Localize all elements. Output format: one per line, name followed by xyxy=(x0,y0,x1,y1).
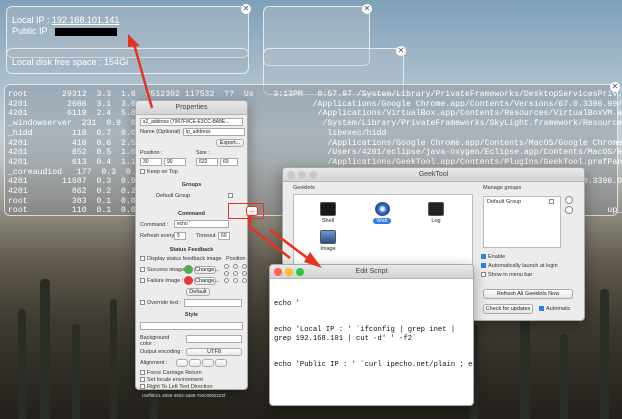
failure-image-label: Failure image : xyxy=(140,278,183,284)
auto-launch-checkbox[interactable]: Automatically launch at login xyxy=(481,263,558,269)
bg-color-well[interactable] xyxy=(186,335,242,343)
log-geeklet[interactable]: Log xyxy=(423,202,449,224)
close-icon[interactable]: ✕ xyxy=(241,4,251,14)
status-header: Status Feedback xyxy=(169,247,214,253)
edit-script-titlebar: Edit Script xyxy=(270,265,473,279)
export-button[interactable]: Export... xyxy=(216,139,244,147)
enable-checkbox[interactable]: Enable xyxy=(481,254,505,260)
override-text-checkbox[interactable]: Override text : xyxy=(140,300,182,306)
automatic-checkbox[interactable]: Automatic xyxy=(539,306,570,312)
script-line: echo 'Local IP : ' `ifconfig | grep inet… xyxy=(274,325,460,343)
close-window-button[interactable] xyxy=(274,268,282,276)
close-icon[interactable]: ✕ xyxy=(396,46,406,56)
change-success-button[interactable]: Change... xyxy=(194,266,219,274)
disk-widget[interactable]: Local disk free space : 154Gi xyxy=(6,48,249,74)
refresh-input[interactable]: 5 xyxy=(174,232,186,240)
command-input[interactable]: echo ' xyxy=(174,220,229,228)
default-group-checkbox[interactable] xyxy=(228,193,233,198)
default-button[interactable]: Default xyxy=(186,288,210,296)
style-header: Style xyxy=(184,312,199,318)
show-menu-bar-checkbox[interactable]: Show in menu bar xyxy=(481,272,532,278)
name-label: Name (Optional) : xyxy=(140,129,184,135)
disk-free-text: Local disk free space : 154Gi xyxy=(12,57,129,67)
pos-y-field[interactable]: 90 xyxy=(164,158,186,166)
set-locale-checkbox[interactable]: Set locale environment xyxy=(140,377,203,383)
override-text-input[interactable] xyxy=(184,299,242,307)
shell-geeklet[interactable]: Shell xyxy=(315,202,341,224)
name-input[interactable]: ip_address xyxy=(183,128,245,136)
position-label: Position : xyxy=(140,150,163,156)
highlight-box xyxy=(228,203,264,219)
size-h-field[interactable]: 69 xyxy=(220,158,238,166)
alignment-label: Alignment : xyxy=(140,360,168,366)
rtl-checkbox[interactable]: Right To Left Text Direction xyxy=(140,384,213,389)
failure-icon xyxy=(184,276,193,285)
bg-color-label: Background color : xyxy=(140,335,170,347)
change-failure-button[interactable]: Change... xyxy=(194,277,219,285)
process-row: 4201 2686 3.1 3.0 5954500 2 /Application… xyxy=(8,99,622,109)
web-icon xyxy=(374,202,390,216)
script-line: echo ' xyxy=(274,299,300,308)
timeout-label: Timeout xyxy=(196,233,216,239)
command-label: Command : xyxy=(140,222,169,228)
shell-icon xyxy=(320,202,336,216)
remove-group-button[interactable] xyxy=(565,206,573,214)
keep-on-top-checkbox[interactable]: Keep on Top xyxy=(140,169,178,175)
public-ip-line: Public IP : xyxy=(12,26,117,36)
script-editor[interactable]: echo ' echo 'Local IP : ' `ifconfig | gr… xyxy=(270,279,473,391)
geeklet-file-field: s2_address (7967F8CE-E3CC-BA8E... xyxy=(140,118,243,126)
refresh-label: Refresh every xyxy=(140,233,175,239)
log-icon xyxy=(428,202,444,216)
process-row: 4201 410 0.6 2.5 6165340 /Applications/G… xyxy=(8,138,622,148)
local-ip-line: Local IP : 192.168.101.141 xyxy=(12,15,120,25)
process-row: 4201 6119 2.4 5.8 6727932 /Applications/… xyxy=(8,109,622,119)
groups-list[interactable]: Default Group xyxy=(483,196,561,248)
success-image-label: Success image : xyxy=(140,267,187,273)
script-line: echo 'Public IP : ' `curl ipecho.net/pla… xyxy=(274,361,474,370)
image-geeklet[interactable]: Image xyxy=(315,230,341,252)
encoding-label: Output encoding : xyxy=(140,349,184,355)
edit-script-window[interactable]: Edit Script echo ' echo 'Local IP : ' `i… xyxy=(269,264,474,406)
process-row: 4201 852 0.5 1.0 8905708 /Users/4201/ecl… xyxy=(8,148,622,158)
manage-groups-label: Manage groups xyxy=(483,185,522,191)
encoding-select[interactable]: UTF8 xyxy=(186,348,242,356)
geeklet-id-footer: /4eff9b21-2056-4902-4a88-750c0002222f xyxy=(142,393,226,398)
refresh-all-button[interactable]: Refresh All Geeklets Now xyxy=(483,289,573,299)
timeout-input[interactable]: 60 xyxy=(218,232,230,240)
success-icon xyxy=(184,265,193,274)
default-group-label: Default Group xyxy=(156,193,191,199)
web-geeklet[interactable]: Web xyxy=(369,202,395,224)
process-row: _hidd 118 0.7 0.0 4379172 libexec/hidd xyxy=(8,128,387,138)
force-cr-checkbox[interactable]: Force Carriage Return xyxy=(140,370,202,376)
alignment-segmented-control[interactable] xyxy=(176,359,227,367)
position-radio-grid[interactable] xyxy=(224,264,247,283)
close-icon[interactable]: ✕ xyxy=(362,4,372,14)
geeklets-label: Geeklets xyxy=(293,185,315,191)
redacted-ip xyxy=(54,27,117,36)
geektool-titlebar: GeekTool xyxy=(283,168,584,182)
process-row: _windowserver 231 0.9 0.6 6153 /System/L… xyxy=(8,119,622,129)
position-label-2: Position xyxy=(226,256,246,262)
pos-x-field[interactable]: 30 xyxy=(140,158,162,166)
check-updates-button[interactable]: Check for updates xyxy=(483,304,533,314)
process-row: root 29312 3.3 1.6 4512392 117532 ?? Us … xyxy=(8,90,622,99)
group-list-item[interactable]: Default Group xyxy=(487,199,521,205)
image-icon xyxy=(320,230,336,244)
groups-header: Groups xyxy=(181,182,202,188)
size-label: Size : xyxy=(196,150,210,156)
display-status-checkbox[interactable]: Display status feedback image xyxy=(140,256,222,262)
group-enabled-checkbox[interactable] xyxy=(549,199,554,204)
minimize-window-button[interactable] xyxy=(285,268,293,276)
style-preview xyxy=(140,322,243,330)
properties-panel[interactable]: Properties s2_address (7967F8CE-E3CC-BA8… xyxy=(135,100,248,390)
size-w-field[interactable]: 632 xyxy=(196,158,218,166)
zoom-window-button[interactable] xyxy=(296,268,304,276)
add-group-button[interactable] xyxy=(565,196,573,204)
properties-titlebar: Properties xyxy=(136,101,247,115)
